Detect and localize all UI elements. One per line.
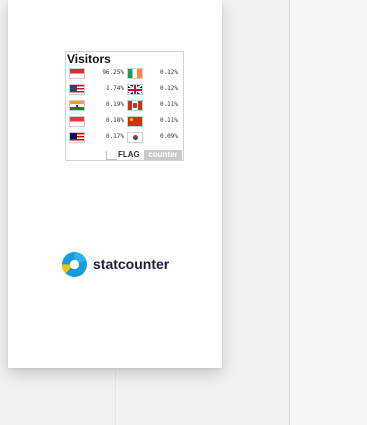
flag-counter-row: 0.18% 0.11% — [66, 114, 185, 129]
visitor-percent: 0.12% — [159, 69, 178, 76]
flag-counter-brand-flag: FLAG — [118, 150, 140, 159]
canada-flag-icon — [127, 100, 143, 111]
ireland-flag-icon — [127, 68, 143, 79]
visitor-percent: 0.11% — [159, 101, 178, 108]
statcounter-logo-icon — [61, 252, 87, 277]
page-background-right — [290, 0, 367, 425]
united-states-flag-icon — [69, 84, 85, 95]
visitor-percent: 0.17% — [105, 133, 124, 140]
visitor-percent: 0.09% — [159, 133, 178, 140]
flag-counter-brand-counter: counter — [144, 150, 182, 160]
india-flag-icon — [69, 100, 85, 111]
background-divider — [115, 370, 116, 425]
visitor-percent: 1.74% — [105, 85, 124, 92]
visitor-percent: 0.18% — [105, 117, 124, 124]
flag-counter-row: 96.25% 0.12% — [66, 66, 185, 81]
china-flag-icon — [127, 116, 143, 127]
singapore-flag-icon — [69, 116, 85, 127]
indonesia-flag-icon — [69, 68, 85, 79]
widget-card: Visitors 96.25% 0.12% 1.74% 0.12% 0.19% … — [8, 0, 222, 368]
flag-counter-title: Visitors — [67, 52, 111, 66]
malaysia-flag-icon — [69, 132, 85, 143]
visitor-percent: 96.25% — [102, 69, 124, 76]
flag-counter-row: 0.17% 0.09% — [66, 130, 185, 145]
statcounter-badge[interactable]: statcounter — [61, 251, 186, 279]
visitor-percent: 0.12% — [159, 85, 178, 92]
visitor-percent: 0.19% — [105, 101, 124, 108]
visitor-percent: 0.11% — [159, 117, 178, 124]
south-korea-flag-icon — [127, 132, 143, 143]
flag-counter-row: 1.74% 0.12% — [66, 82, 185, 97]
flag-counter-row: 0.19% 0.11% — [66, 98, 185, 113]
flag-counter-widget[interactable]: Visitors 96.25% 0.12% 1.74% 0.12% 0.19% … — [65, 51, 184, 161]
chart-icon — [106, 151, 117, 160]
united-kingdom-flag-icon — [127, 84, 143, 95]
statcounter-label: statcounter — [93, 256, 170, 272]
